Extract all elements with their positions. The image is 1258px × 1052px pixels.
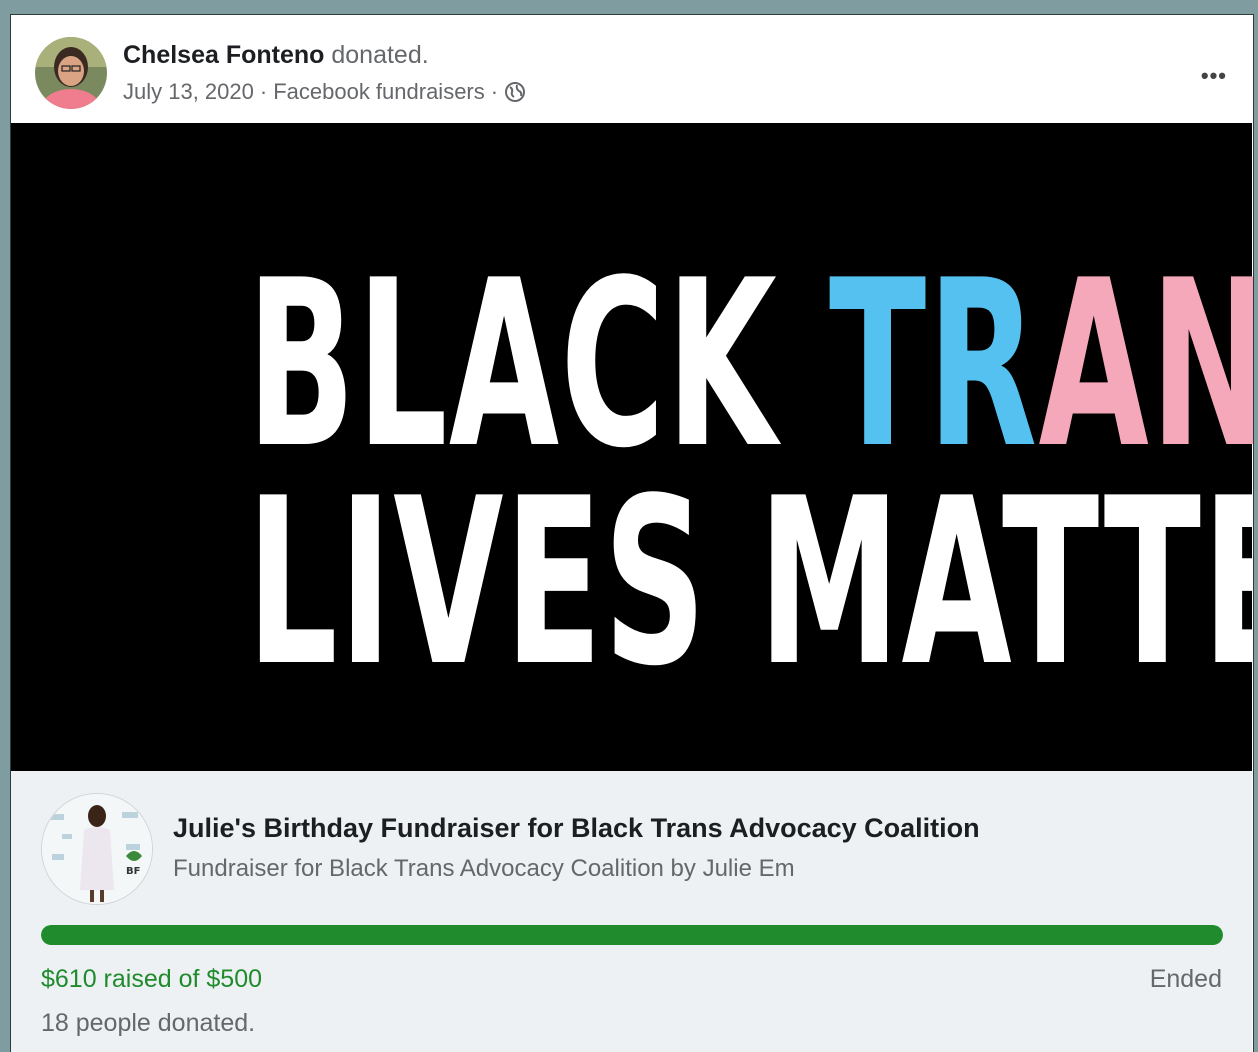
banner-line-1: BLACK TRANS [247,251,1253,481]
meta-separator: · [490,79,499,104]
donor-count[interactable]: 18 people donated. [41,1009,255,1038]
more-options-icon[interactable]: ••• [1201,63,1227,89]
fundraiser-avatar[interactable]: BF [41,793,153,905]
fundraiser-progress-fill [41,925,1223,945]
fundraiser-banner-image[interactable]: BLACK TRANS LIVES MATTER [11,123,1253,771]
author-line: Chelsea Fonteno donated. [123,41,429,70]
fundraiser-avatar-logo: BF [126,866,140,877]
fundraiser-progress-bar [41,925,1223,945]
post-action: donated. [331,41,429,69]
post-meta: July 13, 2020 · Facebook fundraisers · [123,79,526,105]
fundraiser-status: Ended [1149,965,1222,993]
fundraiser-subtitle: Fundraiser for Black Trans Advocacy Coal… [173,855,795,882]
amount-raised: $610 raised of $500 [41,965,263,993]
banner-line-2: LIVES MATTER [246,450,1253,717]
fundraiser-title[interactable]: Julie's Birthday Fundraiser for Black Tr… [173,813,980,844]
author-name[interactable]: Chelsea Fonteno [123,41,324,69]
globe-icon [504,81,526,103]
post-card: Chelsea Fonteno donated. July 13, 2020 ·… [10,14,1254,1052]
meta-separator: · [259,79,268,104]
fundraiser-section: BF Julie's Birthday Fundraiser for Black… [11,771,1252,1052]
post-header: Chelsea Fonteno donated. July 13, 2020 ·… [11,15,1253,123]
post-source[interactable]: Facebook fundraisers [273,79,485,105]
author-avatar[interactable] [35,37,107,109]
post-date[interactable]: July 13, 2020 [123,79,254,105]
